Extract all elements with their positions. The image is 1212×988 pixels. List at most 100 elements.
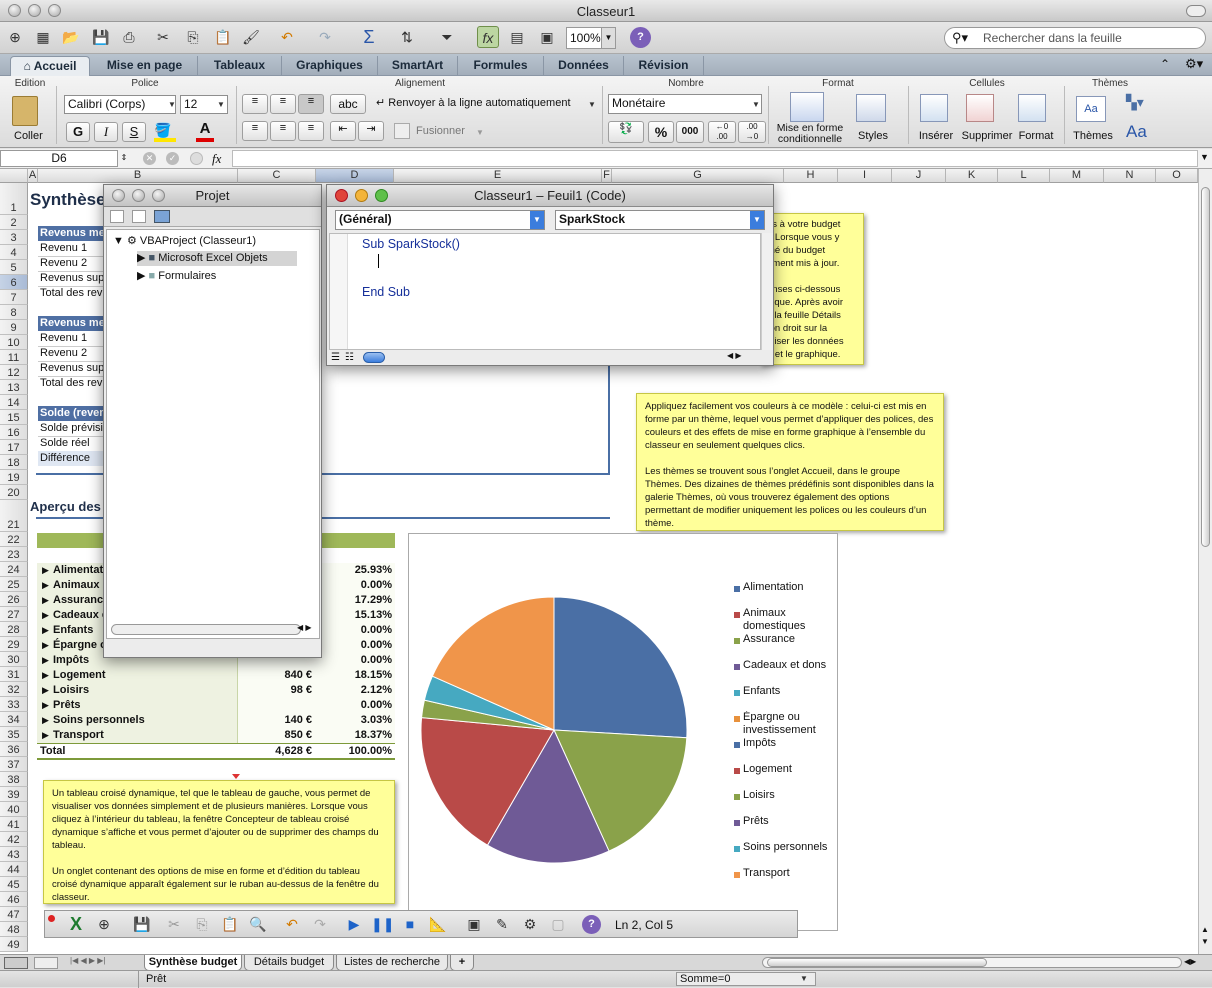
paste-button-label[interactable]: Coller bbox=[14, 130, 43, 142]
conditional-format-icon[interactable] bbox=[790, 92, 824, 122]
expand-row-icon[interactable]: ▶ bbox=[42, 563, 49, 578]
themes-icon[interactable]: Aa bbox=[1076, 96, 1106, 122]
orientation-button[interactable]: abc bbox=[330, 94, 366, 114]
template-gallery-icon[interactable]: ▦ bbox=[32, 26, 54, 48]
row-header[interactable]: 49 bbox=[0, 937, 28, 952]
row-header[interactable]: 29 bbox=[0, 637, 28, 652]
expand-row-icon[interactable]: ▶ bbox=[42, 653, 49, 668]
row-header[interactable]: 44 bbox=[0, 862, 28, 877]
row-header[interactable]: 16 bbox=[0, 425, 28, 440]
themes-button[interactable]: Thèmes bbox=[1070, 130, 1116, 142]
row-header[interactable]: 23 bbox=[0, 547, 28, 562]
column-header-h[interactable]: H bbox=[784, 169, 838, 183]
page-layout-view-icon[interactable] bbox=[34, 957, 58, 969]
row-header[interactable]: 24 bbox=[0, 562, 28, 577]
accounting-format-icon[interactable]: 💱 bbox=[608, 121, 644, 143]
sheet-tab-details[interactable]: Détails budget bbox=[244, 955, 334, 971]
conditional-format-button[interactable]: Mise en forme conditionnelle bbox=[772, 123, 848, 145]
align-top-icon[interactable]: ≡ bbox=[242, 94, 268, 114]
wrap-dropdown-icon[interactable]: ▼ bbox=[588, 100, 596, 109]
vb-undo-icon[interactable]: ↶ bbox=[281, 913, 303, 935]
undo-icon[interactable]: ↶ bbox=[276, 26, 298, 48]
insert-button[interactable]: Insérer bbox=[914, 130, 958, 142]
row-header[interactable]: 38 bbox=[0, 772, 28, 787]
code-minimize-button[interactable] bbox=[355, 189, 368, 202]
autosum-icon[interactable]: Σ bbox=[358, 26, 380, 48]
excel-icon[interactable]: X bbox=[65, 913, 87, 935]
row-header[interactable]: 36 bbox=[0, 742, 28, 757]
procedure-view-icon[interactable]: ☰ bbox=[331, 352, 340, 363]
toolbar-close-icon[interactable] bbox=[48, 915, 55, 922]
row-header[interactable]: 48 bbox=[0, 922, 28, 937]
expand-row-icon[interactable]: ▶ bbox=[42, 623, 49, 638]
vb-find-icon[interactable]: 🔍 bbox=[247, 913, 269, 935]
row-header[interactable]: 31 bbox=[0, 667, 28, 682]
tab-revision[interactable]: Révision bbox=[624, 56, 704, 76]
scroll-arrows-icon[interactable]: ◀ ▶ bbox=[297, 623, 312, 632]
code-close-button[interactable] bbox=[335, 189, 348, 202]
row-header[interactable]: 45 bbox=[0, 877, 28, 892]
column-header-o[interactable]: O bbox=[1156, 169, 1198, 183]
row-header[interactable]: 20 bbox=[0, 485, 28, 500]
vb-paste-icon[interactable]: 📋 bbox=[219, 913, 241, 935]
project-hscrollbar[interactable] bbox=[111, 624, 301, 635]
italic-button[interactable]: I bbox=[94, 122, 118, 142]
zoom-dropdown-icon[interactable]: ▼ bbox=[601, 28, 615, 48]
fill-color-icon[interactable]: 🪣 bbox=[154, 122, 176, 142]
media-browser-icon[interactable]: ▣ bbox=[536, 26, 558, 48]
tab-graphiques[interactable]: Graphiques bbox=[282, 56, 378, 76]
filter-icon[interactable]: ⏷ bbox=[436, 26, 458, 48]
row-header[interactable]: 25 bbox=[0, 577, 28, 592]
format-cells-icon[interactable] bbox=[1018, 94, 1046, 122]
thousands-button[interactable]: 000 bbox=[676, 121, 704, 143]
pie-chart[interactable]: Alimentation Animaux domestiques Assurance… bbox=[408, 533, 838, 931]
horizontal-scroll-thumb[interactable] bbox=[767, 958, 987, 967]
column-header-b[interactable]: B bbox=[38, 169, 238, 183]
row-header[interactable]: 10 bbox=[0, 335, 28, 350]
row-header[interactable]: 21 bbox=[0, 500, 28, 532]
code-vscrollbar[interactable] bbox=[761, 233, 773, 350]
row-header[interactable]: 35 bbox=[0, 727, 28, 742]
properties-icon[interactable]: ✎ bbox=[491, 913, 513, 935]
row-header[interactable]: 12 bbox=[0, 365, 28, 380]
row-header[interactable]: 3 bbox=[0, 230, 28, 245]
toolbox-disabled-icon[interactable]: ▢ bbox=[547, 913, 569, 935]
merge-dropdown-icon[interactable]: ▼ bbox=[476, 128, 484, 137]
module-view-icon[interactable]: ☷ bbox=[345, 352, 354, 363]
view-code-icon[interactable] bbox=[110, 210, 124, 223]
align-center-icon[interactable]: ≡ bbox=[270, 121, 296, 141]
procedure-select[interactable]: SparkStock bbox=[555, 210, 765, 230]
project-minimize-button[interactable] bbox=[132, 189, 145, 202]
column-header-n[interactable]: N bbox=[1104, 169, 1156, 183]
normal-view-icon[interactable] bbox=[4, 957, 28, 969]
cut-icon[interactable]: ✂ bbox=[152, 26, 174, 48]
tab-mise-en-page[interactable]: Mise en page bbox=[92, 56, 198, 76]
tab-formules[interactable]: Formules bbox=[458, 56, 544, 76]
vscroll-arrows-icon[interactable]: ▲ ▼ bbox=[1201, 924, 1209, 948]
row-header[interactable]: 27 bbox=[0, 607, 28, 622]
tree-item-excel-objects[interactable]: ▶ ■ Microsoft Excel Objets bbox=[137, 251, 297, 266]
sheet-tab-synthese[interactable]: Synthèse budget bbox=[144, 955, 242, 971]
row-header[interactable]: 1 bbox=[0, 183, 28, 215]
row-header[interactable]: 5 bbox=[0, 260, 28, 275]
column-header-f[interactable]: F bbox=[602, 169, 612, 183]
tab-smartart[interactable]: SmartArt bbox=[378, 56, 458, 76]
font-name-dropdown-icon[interactable]: ▼ bbox=[168, 100, 176, 109]
expand-formula-icon[interactable]: ▼ bbox=[1200, 152, 1209, 162]
row-header[interactable]: 17 bbox=[0, 440, 28, 455]
expand-row-icon[interactable]: ▶ bbox=[42, 593, 49, 608]
delete-cells-icon[interactable] bbox=[966, 94, 994, 122]
collapse-ribbon-icon[interactable]: ⌃ bbox=[1160, 57, 1170, 71]
row-header[interactable]: 43 bbox=[0, 847, 28, 862]
delete-button[interactable]: Supprimer bbox=[958, 130, 1016, 142]
project-zoom-button[interactable] bbox=[152, 189, 165, 202]
row-header[interactable]: 46 bbox=[0, 892, 28, 907]
design-mode-icon[interactable]: 📐 bbox=[427, 913, 449, 935]
tab-accueil[interactable]: ⌂ Accueil bbox=[10, 56, 90, 76]
paste-icon[interactable]: 📋 bbox=[212, 26, 234, 48]
sheet-tab-listes[interactable]: Listes de recherche bbox=[336, 955, 448, 971]
align-bottom-icon[interactable]: ≡ bbox=[298, 94, 324, 114]
merge-button[interactable]: Fusionner bbox=[416, 125, 465, 137]
object-browser-icon[interactable]: ⚙ bbox=[519, 913, 541, 935]
increase-decimal-button[interactable]: ←0 .00 bbox=[708, 121, 736, 143]
